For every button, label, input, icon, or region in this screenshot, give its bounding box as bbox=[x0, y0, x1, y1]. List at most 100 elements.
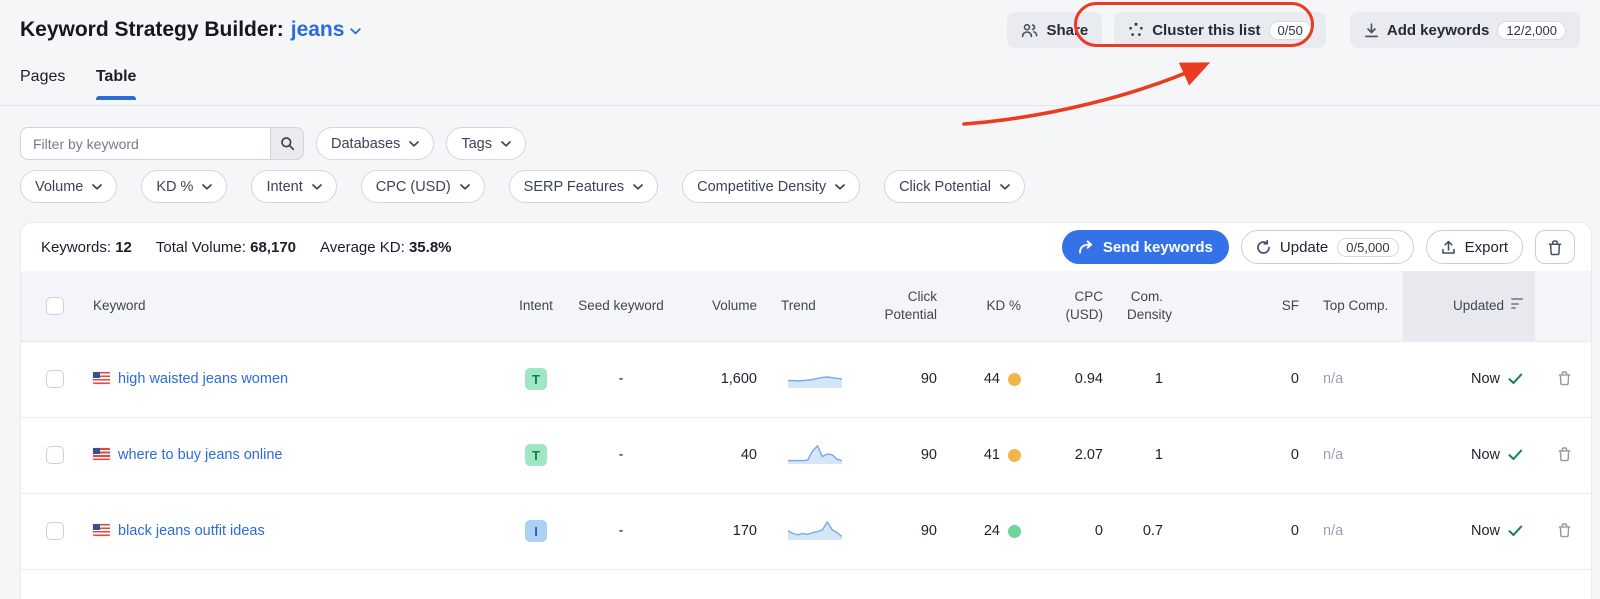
add-keywords-button[interactable]: Add keywords 12/2,000 bbox=[1350, 12, 1580, 48]
header-actions: Share Cluster this list 0/50 Add keyword… bbox=[1007, 12, 1580, 48]
volume-cell: 1,600 bbox=[677, 341, 769, 417]
volume-filter-label: Volume bbox=[35, 179, 83, 195]
col-header-kd[interactable]: KD % bbox=[949, 271, 1033, 341]
trash-icon bbox=[1547, 239, 1563, 256]
delete-row-button[interactable] bbox=[1555, 368, 1574, 388]
volume-cell: 40 bbox=[677, 417, 769, 493]
filter-row-primary: Databases Tags bbox=[20, 127, 526, 160]
table-header-row: Keyword Intent Seed keyword Volume Trend… bbox=[21, 271, 1592, 341]
share-button[interactable]: Share bbox=[1007, 12, 1102, 48]
cpc-cell: 2.07 bbox=[1033, 417, 1115, 493]
seed-keyword-cell: - bbox=[565, 417, 677, 493]
kd-dot bbox=[1008, 525, 1021, 538]
serp-features-filter-dropdown[interactable]: SERP Features bbox=[509, 170, 658, 203]
keyword-link[interactable]: high waisted jeans women bbox=[118, 371, 288, 387]
trend-sparkline bbox=[788, 442, 842, 468]
cluster-this-list-button[interactable]: Cluster this list 0/50 bbox=[1114, 12, 1326, 48]
kd-cell: 44 bbox=[984, 371, 1021, 387]
keyword-filter bbox=[20, 127, 304, 160]
search-button[interactable] bbox=[270, 127, 304, 160]
chevron-down-icon bbox=[633, 184, 643, 190]
updated-cell: Now bbox=[1471, 371, 1523, 387]
click-potential-filter-label: Click Potential bbox=[899, 179, 991, 195]
col-header-intent[interactable]: Intent bbox=[507, 271, 565, 341]
list-name-dropdown[interactable]: jeans bbox=[291, 18, 362, 42]
col-header-sf[interactable]: SF bbox=[1175, 271, 1311, 341]
next-row-partial bbox=[21, 569, 1591, 599]
intent-filter-label: Intent bbox=[266, 179, 302, 195]
trend-sparkline bbox=[788, 518, 842, 544]
cpc-filter-dropdown[interactable]: CPC (USD) bbox=[361, 170, 485, 203]
table-row: black jeans outfit ideas I - 170 90 24 0… bbox=[21, 493, 1592, 569]
sf-cell: 0 bbox=[1175, 417, 1311, 493]
trend-sparkline bbox=[788, 366, 842, 392]
row-checkbox[interactable] bbox=[46, 446, 64, 464]
keywords-table-card: Keywords: 12 Total Volume: 68,170 Averag… bbox=[20, 222, 1592, 599]
top-comp-cell: n/a bbox=[1311, 417, 1403, 493]
col-header-seed-keyword[interactable]: Seed keyword bbox=[565, 271, 677, 341]
row-checkbox[interactable] bbox=[46, 522, 64, 540]
kd-filter-dropdown[interactable]: KD % bbox=[141, 170, 227, 203]
sf-cell: 0 bbox=[1175, 341, 1311, 417]
col-header-top-comp[interactable]: Top Comp. bbox=[1311, 271, 1403, 341]
click-potential-filter-dropdown[interactable]: Click Potential bbox=[884, 170, 1025, 203]
col-header-com-density[interactable]: Com. Density bbox=[1115, 271, 1175, 341]
chevron-down-icon bbox=[202, 184, 212, 190]
volume-filter-dropdown[interactable]: Volume bbox=[20, 170, 117, 203]
tab-table[interactable]: Table bbox=[96, 68, 137, 100]
chevron-down-icon bbox=[350, 28, 361, 35]
competitive-density-filter-label: Competitive Density bbox=[697, 179, 826, 195]
intent-filter-dropdown[interactable]: Intent bbox=[251, 170, 336, 203]
cluster-count-badge: 0/50 bbox=[1269, 21, 1312, 40]
keyword-link[interactable]: black jeans outfit ideas bbox=[118, 523, 265, 539]
col-header-updated[interactable]: Updated bbox=[1403, 271, 1535, 341]
col-header-volume[interactable]: Volume bbox=[677, 271, 769, 341]
seed-keyword-cell: - bbox=[565, 493, 677, 569]
keyword-filter-input[interactable] bbox=[20, 127, 270, 160]
com-density-cell: 0.7 bbox=[1115, 493, 1175, 569]
us-flag-icon bbox=[93, 372, 110, 384]
intent-badge: T bbox=[525, 368, 547, 390]
delete-row-button[interactable] bbox=[1555, 520, 1574, 540]
export-label: Export bbox=[1465, 239, 1508, 256]
chevron-down-icon bbox=[1000, 184, 1010, 190]
top-comp-cell: n/a bbox=[1311, 341, 1403, 417]
col-header-cpc[interactable]: CPC (USD) bbox=[1033, 271, 1115, 341]
col-header-trend[interactable]: Trend bbox=[769, 271, 861, 341]
search-icon bbox=[280, 136, 295, 151]
keyword-link[interactable]: where to buy jeans online bbox=[118, 447, 282, 463]
cluster-icon bbox=[1128, 22, 1144, 38]
competitive-density-filter-dropdown[interactable]: Competitive Density bbox=[682, 170, 860, 203]
sf-cell: 0 bbox=[1175, 493, 1311, 569]
us-flag-icon bbox=[93, 524, 110, 536]
chevron-down-icon bbox=[409, 141, 419, 147]
delete-row-button[interactable] bbox=[1555, 444, 1574, 464]
kd-filter-label: KD % bbox=[156, 179, 193, 195]
chevron-down-icon bbox=[501, 141, 511, 147]
volume-cell: 170 bbox=[677, 493, 769, 569]
export-button[interactable]: Export bbox=[1426, 230, 1523, 264]
update-button[interactable]: Update 0/5,000 bbox=[1241, 230, 1414, 264]
tags-label: Tags bbox=[461, 136, 492, 152]
kd-dot bbox=[1008, 373, 1021, 386]
check-icon bbox=[1508, 373, 1523, 385]
kd-cell: 24 bbox=[984, 523, 1021, 539]
cluster-label: Cluster this list bbox=[1152, 22, 1260, 39]
check-icon bbox=[1508, 449, 1523, 461]
tags-dropdown[interactable]: Tags bbox=[446, 127, 526, 160]
chevron-down-icon bbox=[460, 184, 470, 190]
tab-pages[interactable]: Pages bbox=[20, 68, 65, 100]
col-header-click-potential[interactable]: Click Potential bbox=[861, 271, 949, 341]
trash-icon bbox=[1557, 370, 1572, 386]
cpc-filter-label: CPC (USD) bbox=[376, 179, 451, 195]
send-keywords-button[interactable]: Send keywords bbox=[1062, 230, 1229, 264]
average-kd-stat: Average KD: 35.8% bbox=[320, 239, 452, 256]
row-checkbox[interactable] bbox=[46, 370, 64, 388]
col-header-keyword[interactable]: Keyword bbox=[81, 271, 507, 341]
us-flag-icon bbox=[93, 448, 110, 460]
databases-dropdown[interactable]: Databases bbox=[316, 127, 434, 160]
select-all-checkbox[interactable] bbox=[46, 297, 64, 315]
chevron-down-icon bbox=[312, 184, 322, 190]
delete-list-button[interactable] bbox=[1535, 230, 1575, 264]
refresh-icon bbox=[1256, 240, 1271, 255]
